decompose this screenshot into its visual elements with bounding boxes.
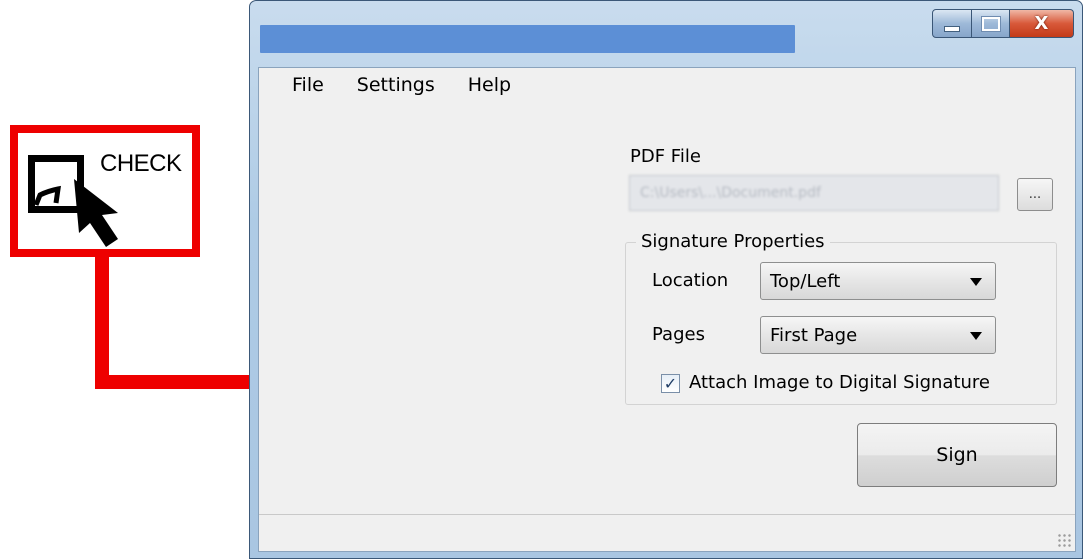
pages-value: First Page xyxy=(770,325,858,346)
close-icon: X xyxy=(1034,13,1049,34)
maximize-button[interactable] xyxy=(972,9,1010,38)
checkmark-icon: ✓ xyxy=(663,373,678,393)
window-controls: X xyxy=(932,9,1074,38)
sign-button[interactable]: Sign xyxy=(857,423,1057,487)
menu-settings[interactable]: Settings xyxy=(357,74,435,96)
resize-grip-icon[interactable] xyxy=(1057,533,1071,547)
menu-file[interactable]: File xyxy=(292,74,324,96)
pages-select[interactable]: First Page xyxy=(760,316,996,354)
status-bar xyxy=(259,514,1075,551)
menu-bar: File Settings Help xyxy=(259,68,511,102)
dropdown-arrow-icon xyxy=(970,278,982,286)
pages-label: Pages xyxy=(652,324,705,345)
annotation-callout: CHECK xyxy=(10,125,200,257)
location-label: Location xyxy=(652,270,729,291)
attach-image-checkbox[interactable]: ✓ xyxy=(661,374,680,393)
browse-button[interactable]: ... xyxy=(1017,178,1053,211)
close-button[interactable]: X xyxy=(1010,9,1074,38)
maximize-icon xyxy=(980,15,1001,32)
location-value: Top/Left xyxy=(770,271,841,292)
pdf-file-input[interactable]: C:\Users\...\Document.pdf xyxy=(629,175,999,211)
minimize-icon xyxy=(944,25,960,32)
callout-label: CHECK xyxy=(100,150,182,177)
window-client-area: File Settings Help PDF File C:\Users\...… xyxy=(258,67,1076,552)
signature-properties-title: Signature Properties xyxy=(636,231,830,252)
location-select[interactable]: Top/Left xyxy=(760,262,996,300)
window-title-bar xyxy=(260,25,795,53)
dropdown-arrow-icon xyxy=(970,332,982,340)
menu-help[interactable]: Help xyxy=(468,74,511,96)
pdf-file-label: PDF File xyxy=(630,146,701,167)
attach-image-label[interactable]: Attach Image to Digital Signature xyxy=(689,372,990,393)
minimize-button[interactable] xyxy=(932,9,972,38)
app-window: X File Settings Help PDF File C:\Users\.… xyxy=(249,0,1083,559)
